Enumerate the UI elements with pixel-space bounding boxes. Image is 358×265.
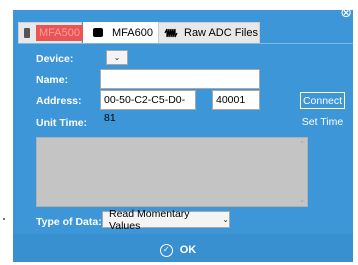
- unit-time-label: Unit Time:: [36, 117, 88, 129]
- address-label: Address:: [36, 95, 82, 107]
- tab-mfa600[interactable]: MFA600: [83, 22, 158, 43]
- type-of-data-dropdown[interactable]: Read Momentary Values ⌄: [102, 208, 230, 232]
- ok-label: OK: [179, 244, 197, 256]
- close-icon[interactable]: ⊗: [339, 6, 353, 20]
- tab-divider: [18, 43, 353, 44]
- address-field[interactable]: 00-50-C2-C5-D0-81: [100, 90, 196, 124]
- name-label: Name:: [36, 74, 69, 86]
- connect-button[interactable]: Connect: [300, 92, 345, 109]
- set-time-button[interactable]: Set Time: [300, 114, 345, 130]
- stray-dot: [3, 218, 5, 220]
- device-icon: [24, 28, 30, 38]
- chevron-down-icon: ⌄: [113, 53, 121, 62]
- tab-mfa500-label: MFA500: [36, 25, 83, 41]
- tab-raw-adc-files-label: Raw ADC Files: [184, 27, 258, 39]
- device-icon: [93, 28, 103, 37]
- tab-mfa500[interactable]: MFA500: [18, 22, 83, 43]
- check-circle-icon: ✓: [159, 243, 173, 257]
- name-field[interactable]: [100, 69, 260, 89]
- type-of-data-label: Type of Data:: [36, 216, 102, 228]
- device-dropdown[interactable]: ⌄: [106, 50, 128, 65]
- waveform-icon: [164, 28, 178, 38]
- scroll-up-icon[interactable]: ⌃: [299, 140, 305, 148]
- scroll-down-icon[interactable]: ⌄: [299, 196, 305, 204]
- tab-mfa600-label: MFA600: [112, 26, 153, 39]
- chevron-down-icon: ⌄: [222, 215, 229, 224]
- output-textarea[interactable]: ⌃ ⌄: [36, 137, 308, 207]
- device-label: Device:: [36, 53, 74, 65]
- tab-raw-adc-files[interactable]: Raw ADC Files: [158, 22, 260, 43]
- port-field[interactable]: 40001: [212, 90, 260, 110]
- ok-button[interactable]: ✓ OK: [148, 241, 208, 259]
- type-of-data-value: Read Momentary Values: [109, 207, 190, 232]
